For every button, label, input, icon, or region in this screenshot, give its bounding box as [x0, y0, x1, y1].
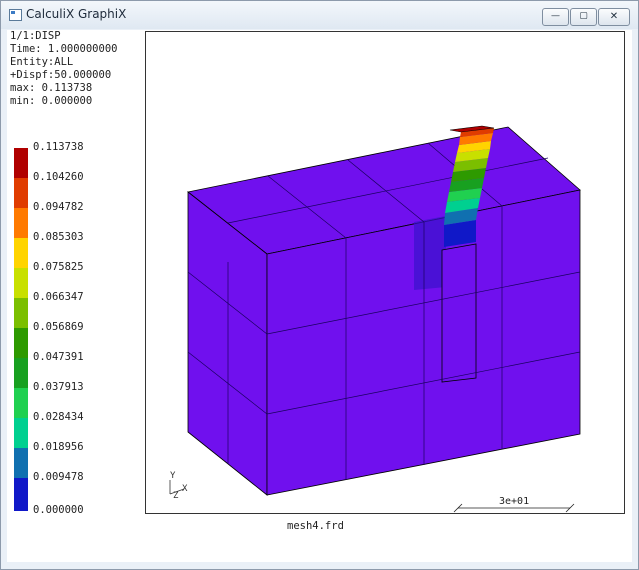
axis-x-label: X	[182, 484, 188, 494]
legend-label: 0.085303	[33, 231, 84, 243]
maximize-button[interactable]: ▢	[570, 8, 597, 26]
legend-label: 0.094782	[33, 201, 84, 213]
info-dispf: +Dispf:50.000000	[10, 69, 112, 81]
axis-z-label: Z	[173, 491, 179, 501]
legend-label: 0.000000	[33, 504, 84, 516]
legend-label: 0.075825	[33, 261, 84, 273]
legend-swatch	[14, 178, 28, 208]
legend-label: 0.113738	[33, 141, 84, 153]
info-dataset: 1/1:DISP	[10, 30, 61, 42]
info-min: min: 0.000000	[10, 95, 93, 107]
legend-swatch	[14, 418, 28, 448]
legend-swatch	[14, 328, 28, 358]
close-button[interactable]: ✕	[598, 8, 630, 26]
legend-label: 0.047391	[33, 351, 84, 363]
legend-label: 0.104260	[33, 171, 84, 183]
graphics-area[interactable]: 1/1:DISP Time: 1.000000000 Entity:ALL +D…	[7, 30, 632, 562]
legend-label: 0.028434	[33, 411, 84, 423]
mesh-notch-shadow	[414, 216, 446, 290]
mesh-notch-face	[441, 243, 477, 383]
app-icon	[9, 9, 22, 21]
info-time: Time: 1.000000000	[10, 43, 118, 55]
legend-label: 0.037913	[33, 381, 84, 393]
axis-triad: Y Z X	[169, 471, 188, 501]
legend-swatch	[14, 358, 28, 388]
legend-swatch	[14, 478, 28, 511]
legend-swatch	[14, 208, 28, 238]
scale-label: 3e+01	[499, 496, 529, 507]
legend-swatch	[14, 448, 28, 478]
legend-swatch	[14, 238, 28, 268]
legend-swatch	[14, 298, 28, 328]
legend-label: 0.056869	[33, 321, 84, 333]
filename-label: mesh4.frd	[287, 520, 344, 532]
calculix-window: CalculiX GraphiX — ▢ ✕ 1/1:DISP Time: 1.…	[0, 0, 639, 570]
info-max: max: 0.113738	[10, 82, 93, 94]
scale-bar: 3e+01	[453, 496, 575, 513]
3d-viewport[interactable]: Y Z X 3e+01	[145, 31, 625, 514]
window-title: CalculiX GraphiX	[26, 7, 127, 21]
axis-y-label: Y	[170, 471, 176, 481]
title-bar[interactable]: CalculiX GraphiX — ▢ ✕	[1, 1, 638, 29]
legend-label: 0.009478	[33, 471, 84, 483]
minimize-button[interactable]: —	[542, 8, 569, 26]
legend-swatch	[14, 148, 28, 178]
legend-swatch	[14, 388, 28, 418]
mesh-render: Y Z X 3e+01	[169, 125, 581, 513]
legend-label: 0.018956	[33, 441, 84, 453]
legend-label: 0.066347	[33, 291, 84, 303]
info-entity: Entity:ALL	[10, 56, 74, 68]
legend-swatch	[14, 268, 28, 298]
